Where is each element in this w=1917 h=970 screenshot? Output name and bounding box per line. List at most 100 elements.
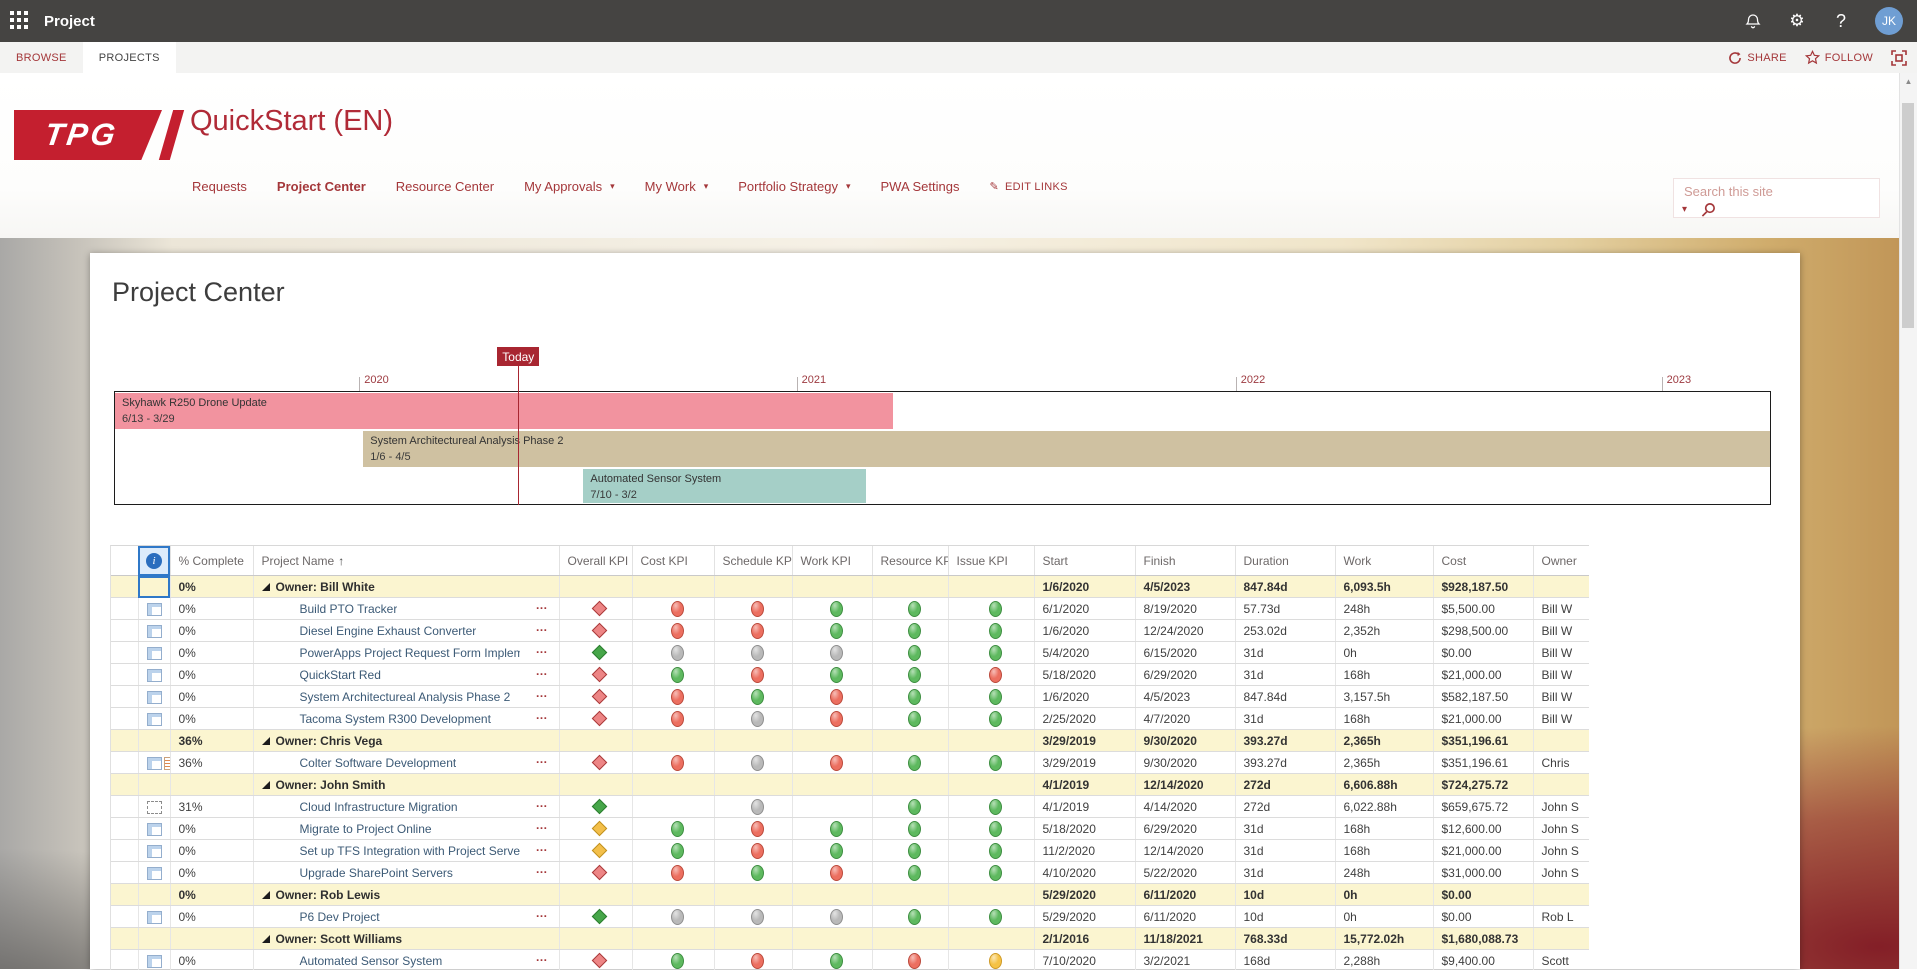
project-name-link[interactable]: Cloud Infrastructure Migration	[262, 800, 458, 814]
search-input[interactable]	[1682, 183, 1875, 200]
project-name-link[interactable]: Build PTO Tracker	[262, 602, 398, 616]
table-row-group[interactable]: 36%Owner: Chris Vega3/29/20199/30/202039…	[111, 730, 1589, 752]
project-name-link[interactable]: Upgrade SharePoint Servers	[262, 866, 453, 880]
group-header-label[interactable]: Owner: Rob Lewis	[262, 888, 559, 902]
row-menu-button[interactable]: …	[536, 642, 549, 656]
column-header-cost_kpi[interactable]: Cost KPI	[632, 546, 714, 576]
column-header-finish[interactable]: Finish	[1135, 546, 1235, 576]
column-header-rowsel[interactable]	[111, 546, 138, 576]
table-row-group[interactable]: 0%Owner: Rob Lewis5/29/20206/11/202010d0…	[111, 884, 1589, 906]
settings-gear-icon[interactable]: ⚙	[1787, 11, 1807, 31]
nav-item-pwa-settings[interactable]: PWA Settings	[880, 179, 959, 194]
column-header-cost[interactable]: Cost	[1433, 546, 1533, 576]
column-header-name[interactable]: Project Name↑	[253, 546, 559, 576]
project-name-link[interactable]: Automated Sensor System	[262, 954, 443, 968]
scroll-up-arrow-icon[interactable]: ▲	[1900, 73, 1917, 86]
table-row[interactable]: 36%Colter Software Development…3/29/2019…	[111, 752, 1589, 774]
collapse-triangle-icon[interactable]	[262, 891, 270, 899]
help-icon[interactable]: ?	[1831, 11, 1851, 31]
row-menu-button[interactable]: …	[536, 752, 549, 766]
app-launcher-waffle-icon[interactable]	[10, 11, 30, 31]
project-name-link[interactable]: P6 Dev Project	[262, 910, 380, 924]
row-menu-button[interactable]: …	[536, 906, 549, 920]
nav-item-my-approvals[interactable]: My Approvals▾	[524, 179, 615, 194]
group-header-label[interactable]: Owner: Chris Vega	[262, 734, 559, 748]
tab-projects[interactable]: PROJECTS	[83, 42, 176, 73]
row-selector[interactable]	[111, 950, 138, 970]
row-selector[interactable]	[111, 928, 138, 950]
row-selector[interactable]	[111, 664, 138, 686]
row-menu-button[interactable]: …	[536, 862, 549, 876]
collapse-triangle-icon[interactable]	[262, 781, 270, 789]
table-row[interactable]: 0%Migrate to Project Online…5/18/20206/2…	[111, 818, 1589, 840]
search-scope-dropdown-icon[interactable]: ▾	[1682, 204, 1687, 215]
row-menu-button[interactable]: …	[536, 950, 549, 964]
table-row[interactable]: 31%Cloud Infrastructure Migration…4/1/20…	[111, 796, 1589, 818]
share-button[interactable]: SHARE	[1728, 51, 1786, 65]
tpg-logo[interactable]: TPG	[14, 110, 162, 160]
table-row[interactable]: 0%QuickStart Red…5/18/20206/29/202031d16…	[111, 664, 1589, 686]
table-row[interactable]: 0%Tacoma System R300 Development…2/25/20…	[111, 708, 1589, 730]
row-selector[interactable]	[111, 686, 138, 708]
row-selector[interactable]	[111, 708, 138, 730]
row-menu-button[interactable]: …	[536, 840, 549, 854]
nav-item-portfolio-strategy[interactable]: Portfolio Strategy▾	[738, 179, 850, 194]
nav-item-project-center[interactable]: Project Center	[277, 179, 366, 194]
row-selector[interactable]	[111, 730, 138, 752]
column-header-duration[interactable]: Duration	[1235, 546, 1335, 576]
table-row[interactable]: 0%Build PTO Tracker…6/1/20208/19/202057.…	[111, 598, 1589, 620]
nav-item-my-work[interactable]: My Work▾	[645, 179, 709, 194]
project-name-link[interactable]: Colter Software Development	[262, 756, 457, 770]
follow-button[interactable]: FOLLOW	[1805, 50, 1873, 65]
row-menu-button[interactable]: …	[536, 818, 549, 832]
edit-links-button[interactable]: ✎EDIT LINKS	[989, 180, 1067, 193]
column-header-start[interactable]: Start	[1034, 546, 1135, 576]
nav-item-resource-center[interactable]: Resource Center	[396, 179, 494, 194]
row-selector[interactable]	[111, 774, 138, 796]
table-row-group[interactable]: 0%Owner: Bill White1/6/20204/5/2023847.8…	[111, 576, 1589, 598]
project-name-link[interactable]: QuickStart Red	[262, 668, 381, 682]
row-selector[interactable]	[111, 620, 138, 642]
column-header-overall[interactable]: Overall KPI	[559, 546, 632, 576]
project-name-link[interactable]: Tacoma System R300 Development	[262, 712, 491, 726]
column-header-issue_kpi[interactable]: Issue KPI	[948, 546, 1034, 576]
row-selector[interactable]	[111, 818, 138, 840]
column-header-resource_kpi[interactable]: Resource KPI	[872, 546, 948, 576]
vertical-scrollbar[interactable]: ▲	[1899, 73, 1917, 969]
focus-mode-button[interactable]	[1891, 50, 1907, 66]
row-selector[interactable]	[111, 840, 138, 862]
column-header-pct[interactable]: % Complete	[170, 546, 253, 576]
column-header-work_kpi[interactable]: Work KPI	[792, 546, 872, 576]
row-menu-button[interactable]: …	[536, 598, 549, 612]
row-menu-button[interactable]: …	[536, 664, 549, 678]
collapse-triangle-icon[interactable]	[262, 737, 270, 745]
table-row[interactable]: 0%Upgrade SharePoint Servers…4/10/20205/…	[111, 862, 1589, 884]
row-menu-button[interactable]: …	[536, 796, 549, 810]
table-row[interactable]: 0%P6 Dev Project…5/29/20206/11/202010d0h…	[111, 906, 1589, 928]
tab-browse[interactable]: BROWSE	[0, 42, 83, 73]
project-name-link[interactable]: Set up TFS Integration with Project Serv…	[262, 844, 520, 858]
row-menu-button[interactable]: …	[536, 708, 549, 722]
project-name-link[interactable]: Diesel Engine Exhaust Converter	[262, 624, 477, 638]
nav-item-requests[interactable]: Requests	[192, 179, 247, 194]
row-selector[interactable]	[111, 796, 138, 818]
table-row-group[interactable]: Owner: Scott Williams2/1/201611/18/20217…	[111, 928, 1589, 950]
row-selector[interactable]	[111, 576, 138, 598]
group-header-label[interactable]: Owner: Scott Williams	[262, 932, 559, 946]
info-icon[interactable]: i	[146, 553, 162, 569]
scrollbar-thumb[interactable]	[1902, 103, 1914, 328]
table-row[interactable]: 0%System Architectureal Analysis Phase 2…	[111, 686, 1589, 708]
timeline-bar-automated-sensor-system[interactable]: Automated Sensor System7/10 - 3/2	[583, 469, 866, 503]
notifications-bell-icon[interactable]	[1743, 11, 1763, 31]
collapse-triangle-icon[interactable]	[262, 583, 270, 591]
table-row[interactable]: 0%Automated Sensor System…7/10/20203/2/2…	[111, 950, 1589, 970]
project-name-link[interactable]: Migrate to Project Online	[262, 822, 432, 836]
row-selector[interactable]	[111, 642, 138, 664]
table-row[interactable]: 0%Set up TFS Integration with Project Se…	[111, 840, 1589, 862]
timeline-bar-skyhawk-r250-drone-update[interactable]: Skyhawk R250 Drone Update6/13 - 3/29	[115, 393, 893, 429]
table-row[interactable]: 0%PowerApps Project Request Form Impleme…	[111, 642, 1589, 664]
row-menu-button[interactable]: …	[536, 686, 549, 700]
collapse-triangle-icon[interactable]	[262, 935, 270, 943]
column-header-owner[interactable]: Owner	[1533, 546, 1589, 576]
row-selector[interactable]	[111, 862, 138, 884]
